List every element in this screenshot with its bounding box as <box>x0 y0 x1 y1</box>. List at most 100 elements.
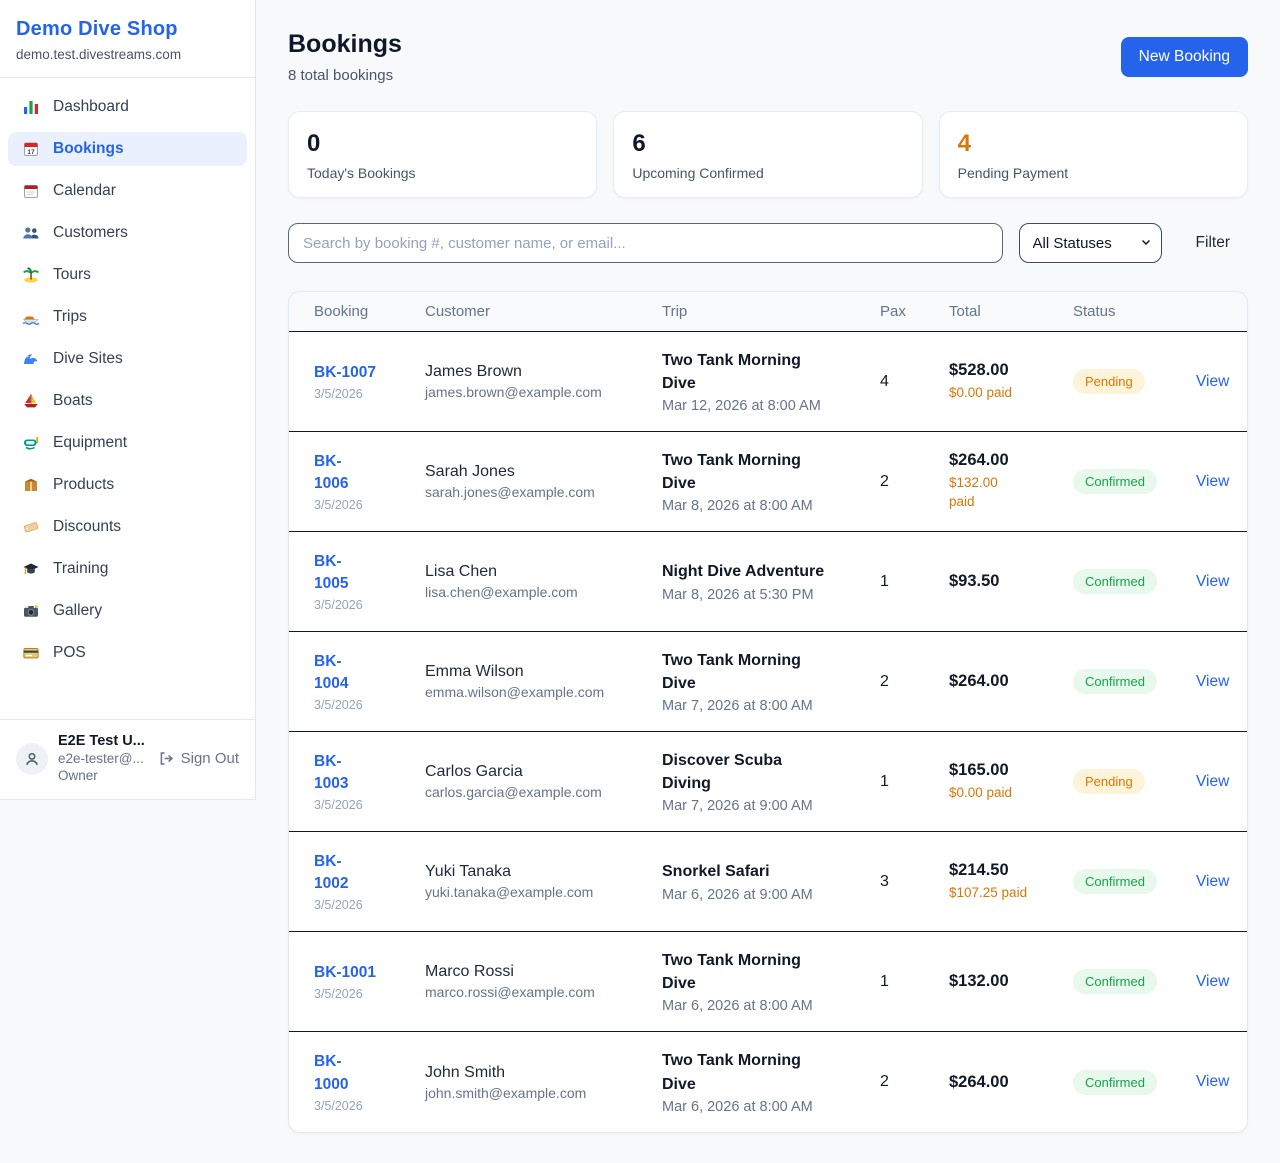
customer-name: Sarah Jones <box>425 463 662 481</box>
trip-datetime: Mar 8, 2026 at 8:00 AM <box>662 498 880 514</box>
table-row: BK- 10033/5/2026 Carlos Garciacarlos.gar… <box>289 732 1247 832</box>
sign-out-icon <box>158 750 175 767</box>
sidebar-item-boats[interactable]: Boats <box>8 384 247 418</box>
booking-id-link[interactable]: BK- 1000 <box>314 1051 425 1096</box>
table-header: Booking Customer Trip Pax Total Status <box>289 292 1247 332</box>
booking-date: 3/5/2026 <box>314 498 425 512</box>
total-amount: $264.00 <box>949 451 1073 470</box>
trip-datetime: Mar 12, 2026 at 8:00 AM <box>662 398 880 414</box>
trip-name: Two Tank Morning Dive <box>662 349 880 395</box>
column-header-trip: Trip <box>662 303 880 320</box>
view-link[interactable]: View <box>1196 473 1229 490</box>
view-link[interactable]: View <box>1196 873 1229 890</box>
customer-name: Yuki Tanaka <box>425 863 662 881</box>
sidebar: Demo Dive Shop demo.test.divestreams.com… <box>0 0 256 800</box>
trip-datetime: Mar 6, 2026 at 8:00 AM <box>662 998 880 1014</box>
sidebar-item-gallery[interactable]: Gallery <box>8 594 247 628</box>
brand-domain: demo.test.divestreams.com <box>16 47 239 62</box>
trip-datetime: Mar 6, 2026 at 8:00 AM <box>662 1099 880 1115</box>
customer-email: carlos.garcia@example.com <box>425 784 662 800</box>
sailboat-icon <box>22 392 40 410</box>
table-row: BK- 10043/5/2026 Emma Wilsonemma.wilson@… <box>289 632 1247 732</box>
sidebar-item-dashboard[interactable]: Dashboard <box>8 90 247 124</box>
user-role: Owner <box>58 768 145 785</box>
sidebar-item-label: POS <box>53 644 86 662</box>
new-booking-button[interactable]: New Booking <box>1121 37 1248 77</box>
sign-out-button[interactable]: Sign Out <box>158 750 239 767</box>
table-row: BK- 10053/5/2026 Lisa Chenlisa.chen@exam… <box>289 532 1247 632</box>
page-header: Bookings 8 total bookings New Booking <box>288 30 1248 84</box>
status-badge: Confirmed <box>1073 669 1157 694</box>
status-select-wrap: All Statuses <box>1019 223 1162 263</box>
customer-name: John Smith <box>425 1064 662 1082</box>
sidebar-item-equipment[interactable]: Equipment <box>8 426 247 460</box>
booking-id-link[interactable]: BK- 1003 <box>314 751 425 796</box>
booking-date: 3/5/2026 <box>314 987 425 1001</box>
stat-label: Today's Bookings <box>307 165 578 181</box>
sidebar-item-customers[interactable]: Customers <box>8 216 247 250</box>
person-icon <box>23 750 41 768</box>
table-row: BK- 10003/5/2026 John Smithjohn.smith@ex… <box>289 1032 1247 1132</box>
booking-date: 3/5/2026 <box>314 798 425 812</box>
booking-id-link[interactable]: BK- 1006 <box>314 451 425 496</box>
stat-card-todays-bookings: 0 Today's Bookings <box>288 111 597 198</box>
booking-date: 3/5/2026 <box>314 598 425 612</box>
booking-id-link[interactable]: BK-1001 <box>314 962 425 984</box>
booking-id-link[interactable]: BK- 1002 <box>314 851 425 896</box>
trip-datetime: Mar 7, 2026 at 8:00 AM <box>662 698 880 714</box>
island-icon <box>22 266 40 284</box>
view-link[interactable]: View <box>1196 573 1229 590</box>
credit-card-icon <box>22 644 40 662</box>
stat-value: 6 <box>632 130 903 158</box>
sign-out-label: Sign Out <box>181 750 239 767</box>
user-email: e2e-tester@... <box>58 751 145 768</box>
total-amount: $132.00 <box>949 972 1073 991</box>
customer-name: Emma Wilson <box>425 663 662 681</box>
sidebar-item-pos[interactable]: POS <box>8 636 247 670</box>
stats-row: 0 Today's Bookings 6 Upcoming Confirmed … <box>288 111 1248 198</box>
view-link[interactable]: View <box>1196 373 1229 390</box>
customer-email: sarah.jones@example.com <box>425 484 662 500</box>
filter-button[interactable]: Filter <box>1178 223 1248 263</box>
page-subtitle: 8 total bookings <box>288 67 402 84</box>
customer-email: john.smith@example.com <box>425 1085 662 1101</box>
bookings-table: Booking Customer Trip Pax Total Status B… <box>288 291 1248 1133</box>
trip-name: Two Tank Morning Dive <box>662 949 880 995</box>
calendar-icon <box>22 182 40 200</box>
sidebar-item-trips[interactable]: Trips <box>8 300 247 334</box>
status-select[interactable]: All Statuses <box>1019 223 1162 263</box>
pax-count: 2 <box>880 1073 949 1091</box>
sidebar-item-discounts[interactable]: Discounts <box>8 510 247 544</box>
speedboat-icon <box>22 308 40 326</box>
sidebar-item-dive-sites[interactable]: Dive Sites <box>8 342 247 376</box>
sidebar-item-label: Products <box>53 476 114 494</box>
view-link[interactable]: View <box>1196 973 1229 990</box>
pax-count: 2 <box>880 673 949 691</box>
view-link[interactable]: View <box>1196 673 1229 690</box>
status-badge: Pending <box>1073 369 1145 394</box>
booking-id-link[interactable]: BK- 1005 <box>314 551 425 596</box>
pax-count: 1 <box>880 773 949 791</box>
sidebar-item-bookings[interactable]: 17 Bookings <box>8 132 247 166</box>
booking-id-link[interactable]: BK- 1004 <box>314 651 425 696</box>
pax-count: 2 <box>880 473 949 491</box>
view-link[interactable]: View <box>1196 1073 1229 1090</box>
filter-controls: All Statuses Filter <box>288 223 1248 263</box>
stat-label: Pending Payment <box>958 165 1229 181</box>
sidebar-item-label: Dashboard <box>53 98 129 116</box>
sidebar-item-label: Bookings <box>53 140 124 158</box>
column-header-status: Status <box>1073 303 1196 320</box>
view-link[interactable]: View <box>1196 773 1229 790</box>
search-input[interactable] <box>288 223 1003 263</box>
sidebar-item-products[interactable]: Products <box>8 468 247 502</box>
sidebar-item-training[interactable]: Training <box>8 552 247 586</box>
table-row: BK-10073/5/2026 James Brownjames.brown@e… <box>289 332 1247 432</box>
customer-email: lisa.chen@example.com <box>425 584 662 600</box>
users-icon <box>22 224 40 242</box>
table-row: BK-10013/5/2026 Marco Rossimarco.rossi@e… <box>289 932 1247 1032</box>
user-section: E2E Test U... e2e-tester@... Owner Sign … <box>0 719 255 799</box>
booking-id-link[interactable]: BK-1007 <box>314 362 425 384</box>
sidebar-item-calendar[interactable]: Calendar <box>8 174 247 208</box>
sidebar-item-tours[interactable]: Tours <box>8 258 247 292</box>
sidebar-item-label: Discounts <box>53 518 121 536</box>
